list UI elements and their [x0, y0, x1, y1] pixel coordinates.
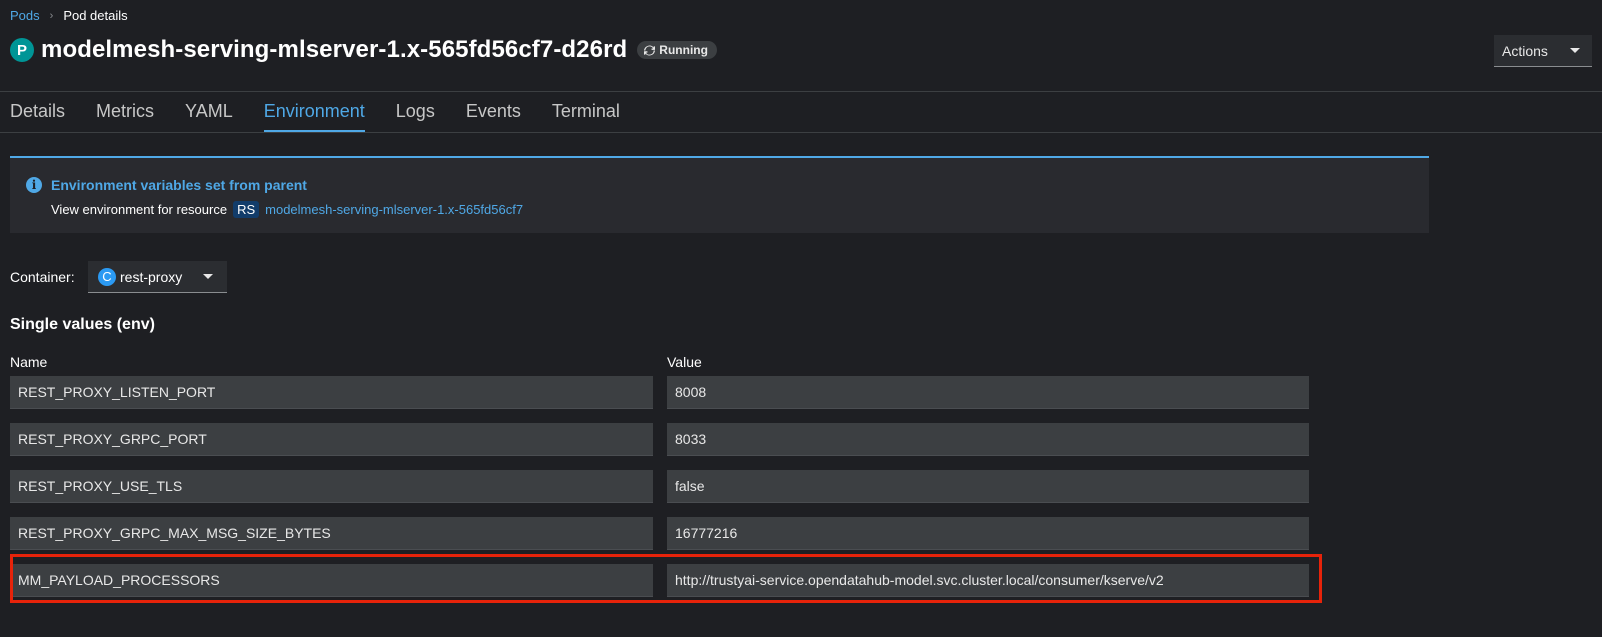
- tab-terminal[interactable]: Terminal: [552, 91, 620, 132]
- env-value-input[interactable]: [667, 470, 1309, 503]
- status-text: Running: [659, 43, 708, 57]
- breadcrumb: Pods › Pod details: [10, 8, 128, 23]
- breadcrumb-pods-link[interactable]: Pods: [10, 8, 40, 23]
- breadcrumb-current: Pod details: [63, 8, 128, 23]
- name-column-header: Name: [10, 354, 48, 370]
- tab-bar: Details Metrics YAML Environment Logs Ev…: [10, 91, 620, 132]
- tabs-bottom-divider: [0, 132, 1602, 133]
- env-name-input[interactable]: [10, 376, 653, 409]
- env-value-input[interactable]: [667, 376, 1309, 409]
- tab-logs[interactable]: Logs: [396, 91, 435, 132]
- value-column-header: Value: [667, 354, 702, 370]
- container-select[interactable]: C rest-proxy: [88, 261, 227, 293]
- env-name-input[interactable]: [10, 564, 653, 597]
- env-value-input[interactable]: [667, 564, 1309, 597]
- env-name-input[interactable]: [10, 470, 653, 503]
- env-value-input[interactable]: [667, 517, 1309, 550]
- env-name-input[interactable]: [10, 423, 653, 456]
- page-title: modelmesh-serving-mlserver-1.x-565fd56cf…: [41, 36, 628, 63]
- tab-metrics[interactable]: Metrics: [96, 91, 154, 132]
- alert-title: Environment variables set from parent: [51, 177, 307, 193]
- tab-details[interactable]: Details: [10, 91, 65, 132]
- env-value-input[interactable]: [667, 423, 1309, 456]
- tab-yaml[interactable]: YAML: [185, 91, 233, 132]
- pod-resource-badge: P: [10, 38, 34, 62]
- container-resource-badge: C: [98, 267, 116, 286]
- actions-dropdown[interactable]: Actions: [1494, 35, 1592, 67]
- info-alert: i Environment variables set from parent …: [10, 156, 1429, 233]
- replicaset-link[interactable]: modelmesh-serving-mlserver-1.x-565fd56cf…: [265, 202, 523, 217]
- page-header: P modelmesh-serving-mlserver-1.x-565fd56…: [10, 36, 717, 64]
- tab-environment[interactable]: Environment: [263, 91, 365, 132]
- tab-events[interactable]: Events: [466, 91, 521, 132]
- actions-label: Actions: [1502, 42, 1548, 59]
- replicaset-badge: RS: [233, 201, 260, 218]
- sync-icon: [644, 45, 656, 55]
- env-name-input[interactable]: [10, 517, 653, 550]
- container-value: rest-proxy: [120, 268, 183, 285]
- caret-down-icon: [203, 274, 213, 279]
- container-label: Container:: [10, 269, 75, 285]
- caret-down-icon: [1570, 48, 1580, 53]
- alert-body: View environment for resource RS modelme…: [51, 201, 523, 218]
- section-title: Single values (env): [10, 316, 155, 333]
- status-badge: Running: [637, 41, 717, 59]
- info-circle-icon: i: [26, 177, 42, 193]
- alert-body-text: View environment for resource: [51, 202, 228, 217]
- chevron-right-icon: ›: [49, 9, 54, 22]
